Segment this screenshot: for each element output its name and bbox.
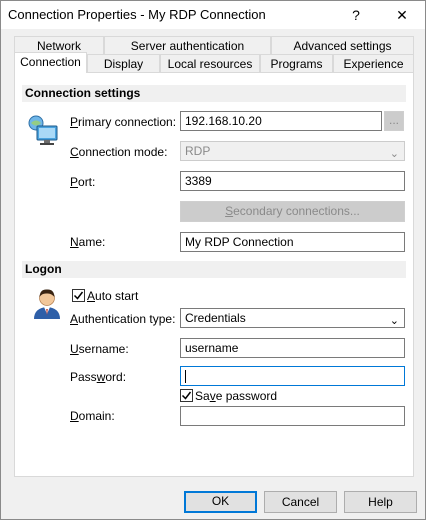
port-label: Port: [70, 175, 96, 189]
primary-connection-input[interactable]: 192.168.10.20 [180, 111, 382, 131]
close-icon[interactable]: ✕ [379, 1, 425, 29]
auto-start-label: Auto start [87, 289, 139, 303]
save-password-checkbox[interactable] [180, 389, 193, 402]
logon-heading: Logon [22, 261, 406, 278]
connection-mode-label: Connection mode: [70, 145, 168, 159]
connection-settings-heading: Connection settings [22, 85, 406, 102]
port-input[interactable]: 3389 [180, 171, 405, 191]
tab-server-authentication[interactable]: Server authentication [104, 36, 271, 54]
connection-tab-panel: Connection settings Primary connection: … [14, 72, 414, 477]
tab-display[interactable]: Display [87, 54, 160, 72]
text-caret [185, 370, 186, 383]
domain-input[interactable] [180, 406, 405, 426]
authentication-type-label: Authentication type: [70, 312, 176, 326]
name-label: Name: [70, 235, 106, 249]
username-input[interactable]: username [180, 338, 405, 358]
help-button[interactable]: Help [344, 491, 417, 513]
computer-monitor-icon [28, 114, 60, 149]
tab-local-resources[interactable]: Local resources [160, 54, 260, 72]
save-password-label: Save password [195, 389, 278, 403]
chevron-down-icon: ⌄ [389, 148, 399, 160]
window-title: Connection Properties - My RDP Connectio… [8, 7, 266, 22]
tab-connection[interactable]: Connection [14, 52, 87, 73]
title-bar: Connection Properties - My RDP Connectio… [1, 1, 425, 29]
name-input[interactable]: My RDP Connection [180, 232, 405, 252]
user-avatar-icon [31, 286, 63, 323]
authentication-type-value: Credentials [185, 311, 246, 325]
primary-connection-label: Primary connection: [70, 115, 177, 129]
ok-button[interactable]: OK [184, 491, 257, 513]
secondary-connections-button[interactable]: Secondary connections... [180, 201, 405, 222]
username-label: Username: [70, 342, 129, 356]
connection-mode-select[interactable]: RDP ⌄ [180, 141, 405, 161]
help-title-button[interactable]: ? [333, 1, 379, 29]
connection-properties-dialog: Connection Properties - My RDP Connectio… [0, 0, 426, 520]
auto-start-checkbox[interactable] [72, 289, 85, 302]
connection-mode-value: RDP [185, 144, 211, 158]
browse-host-button[interactable]: ... [384, 111, 404, 131]
authentication-type-select[interactable]: Credentials ⌄ [180, 308, 405, 328]
password-label: Password: [70, 370, 127, 384]
tab-experience[interactable]: Experience [333, 54, 414, 72]
tab-advanced-settings[interactable]: Advanced settings [271, 36, 414, 54]
password-input[interactable] [180, 366, 405, 386]
domain-label: Domain: [70, 409, 115, 423]
tab-programs[interactable]: Programs [260, 54, 333, 72]
chevron-down-icon: ⌄ [389, 315, 399, 327]
cancel-button[interactable]: Cancel [264, 491, 337, 513]
